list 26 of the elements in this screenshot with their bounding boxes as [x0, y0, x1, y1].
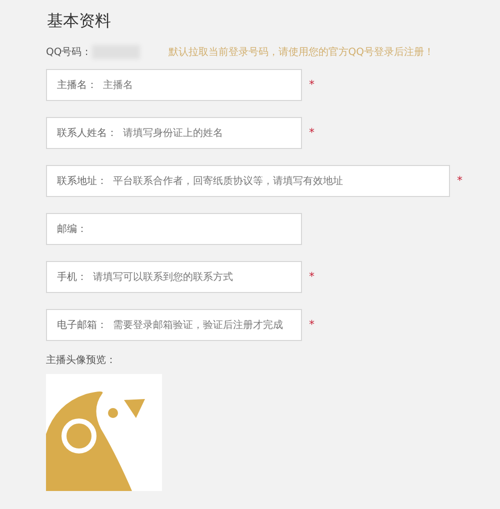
- text-input[interactable]: 平台联系合作者，回寄纸质协议等，请填写有效地址: [107, 174, 439, 188]
- avatar-label: 主播头像预览：: [46, 354, 117, 368]
- field-label: 手机：: [57, 270, 87, 284]
- required-mark: *: [309, 124, 314, 141]
- text-field[interactable]: 手机： 请填写可以联系到您的联系方式: [46, 261, 302, 293]
- text-field[interactable]: 邮编：: [46, 213, 302, 245]
- text-input[interactable]: 请填写身份证上的姓名: [117, 126, 291, 140]
- text-field[interactable]: 电子邮箱： 需要登录邮箱验证，验证后注册才完成: [46, 309, 302, 341]
- field-label: 联系人姓名：: [57, 126, 117, 140]
- text-input[interactable]: 主播名: [97, 78, 291, 92]
- section-title: 基本资料: [47, 10, 112, 32]
- text-field[interactable]: 联系地址： 平台联系合作者，回寄纸质协议等，请填写有效地址: [46, 165, 450, 197]
- field-label: 电子邮箱：: [57, 318, 107, 332]
- text-input[interactable]: 需要登录邮箱验证，验证后注册才完成: [107, 318, 291, 332]
- text-field[interactable]: 主播名： 主播名: [46, 69, 302, 101]
- text-field[interactable]: 联系人姓名： 请填写身份证上的姓名: [46, 117, 302, 149]
- field-label: 邮编：: [57, 222, 87, 236]
- field-label: 联系地址：: [57, 174, 107, 188]
- qq-label: QQ号码 :: [46, 46, 88, 60]
- hint-text: 默认拉取当前登录号码，请使用您的官方QQ号登录后注册！: [168, 46, 434, 60]
- required-mark: *: [309, 76, 314, 93]
- text-input[interactable]: 请填写可以联系到您的联系方式: [87, 270, 291, 284]
- required-mark: *: [309, 268, 314, 285]
- required-mark: *: [457, 172, 462, 189]
- field-label: 主播名：: [57, 78, 97, 92]
- required-mark: *: [309, 316, 314, 333]
